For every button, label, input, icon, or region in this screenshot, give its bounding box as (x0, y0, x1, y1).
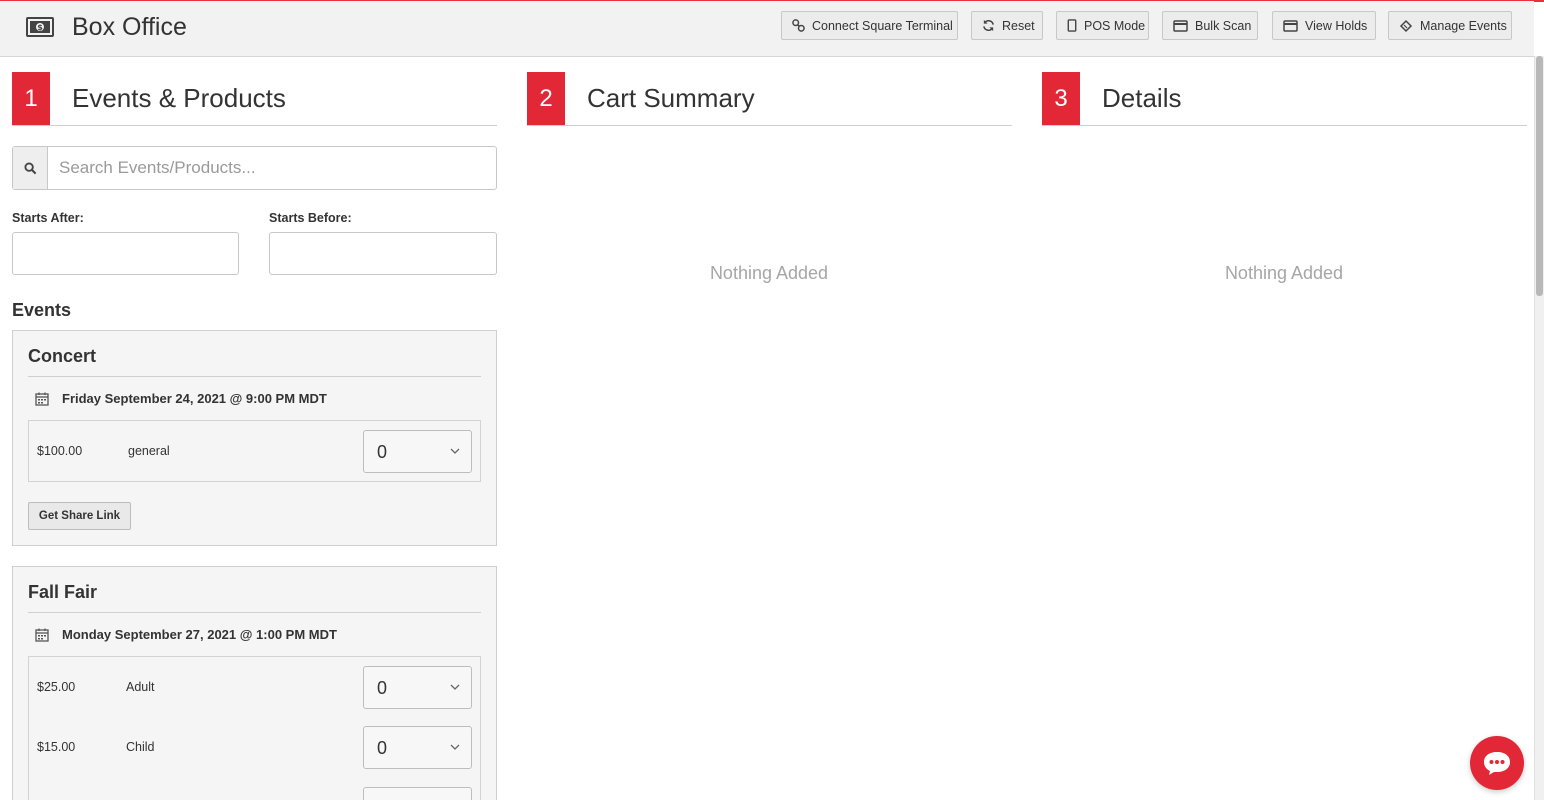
reset-label: Reset (1002, 18, 1035, 33)
details-empty-text: Nothing Added (1224, 263, 1344, 283)
ticket-row: $25.00 Adult 0 (28, 656, 481, 718)
ticket-price: $25.00 (37, 680, 76, 694)
calendar-icon (35, 628, 49, 642)
step-events-products: 1 Events & Products (12, 72, 497, 126)
ticket-name: general (128, 444, 170, 458)
connect-square-terminal-label: Connect Square Terminal (812, 18, 953, 33)
ticket-price: $15.00 (37, 740, 76, 754)
ticket-name: Adult (126, 680, 155, 694)
chat-icon (1484, 752, 1510, 775)
get-share-link-button[interactable]: Get Share Link (28, 502, 131, 530)
ticket-name: Child (126, 740, 155, 754)
quantity-value: 0 (377, 442, 388, 462)
starts-before-label: Starts Before: (269, 211, 352, 225)
chat-button[interactable] (1470, 736, 1524, 790)
events-heading: Events (12, 300, 72, 320)
event-card-fall-fair: Fall Fair Monday September 27, 2021 @ 1:… (12, 566, 497, 800)
ticket-row (28, 778, 481, 800)
step-label: Details (1102, 83, 1182, 113)
quantity-select[interactable]: 0 (363, 726, 472, 769)
divider (28, 376, 481, 377)
card-icon (1173, 19, 1188, 32)
pos-mode-button[interactable]: POS Mode (1056, 11, 1149, 40)
step-number: 2 (527, 72, 565, 125)
ticket-row: $15.00 Child 0 (28, 717, 481, 779)
ticket-price: $100.00 (37, 444, 83, 458)
divider (28, 612, 481, 613)
svg-text:$: $ (37, 23, 43, 32)
view-holds-label: View Holds (1305, 18, 1368, 33)
cash-icon: $ (26, 17, 54, 37)
page-scrollbar[interactable] (1534, 56, 1544, 800)
quantity-select[interactable]: 0 (363, 666, 472, 709)
search-input[interactable] (49, 147, 495, 189)
step-label: Events & Products (72, 83, 286, 113)
event-date: Monday September 27, 2021 @ 1:00 PM MDT (35, 627, 337, 642)
card-icon (1283, 19, 1298, 32)
step-number: 1 (12, 72, 50, 125)
event-date: Friday September 24, 2021 @ 9:00 PM MDT (35, 391, 327, 406)
view-holds-button[interactable]: View Holds (1272, 11, 1376, 40)
quantity-select[interactable]: 0 (363, 430, 472, 473)
search-box (12, 146, 497, 190)
chevron-down-icon (450, 448, 460, 454)
starts-after-label: Starts After: (12, 211, 84, 225)
step-number: 3 (1042, 72, 1080, 125)
app-header: $ Box Office Connect Square Terminal Res… (0, 1, 1534, 57)
ticket-icon (1399, 19, 1413, 32)
page-title: Box Office (72, 13, 187, 41)
quantity-value: 0 (377, 678, 388, 698)
calendar-icon (35, 392, 49, 406)
reset-button[interactable]: Reset (971, 11, 1043, 40)
event-name: Concert (28, 346, 97, 366)
quantity-value: 0 (377, 738, 388, 758)
chevron-down-icon (450, 684, 460, 690)
starts-before-field[interactable] (269, 232, 497, 275)
event-date-text: Monday September 27, 2021 @ 1:00 PM MDT (62, 627, 337, 642)
step-details: 3 Details (1042, 72, 1527, 126)
event-name: Fall Fair (28, 582, 98, 602)
search-icon (13, 147, 48, 189)
event-card-concert: Concert Friday September 24, 2021 @ 9:00… (12, 330, 497, 546)
manage-events-button[interactable]: Manage Events (1388, 11, 1512, 40)
starts-after-field[interactable] (12, 232, 239, 275)
manage-events-label: Manage Events (1420, 18, 1507, 33)
refresh-icon (983, 19, 994, 32)
step-label: Cart Summary (587, 83, 755, 113)
tablet-icon (1067, 19, 1077, 32)
link-icon (792, 19, 805, 32)
scrollbar-thumb[interactable] (1536, 56, 1543, 296)
ticket-row: $100.00 general 0 (28, 420, 481, 482)
event-date-text: Friday September 24, 2021 @ 9:00 PM MDT (62, 391, 327, 406)
cart-empty-text: Nothing Added (709, 263, 829, 283)
pos-mode-label: POS Mode (1084, 18, 1146, 33)
connect-square-terminal-button[interactable]: Connect Square Terminal (781, 11, 958, 40)
bulk-scan-button[interactable]: Bulk Scan (1162, 11, 1258, 40)
quantity-select[interactable] (363, 787, 472, 800)
step-cart-summary: 2 Cart Summary (527, 72, 1012, 126)
bulk-scan-label: Bulk Scan (1195, 18, 1252, 33)
chevron-down-icon (450, 744, 460, 750)
